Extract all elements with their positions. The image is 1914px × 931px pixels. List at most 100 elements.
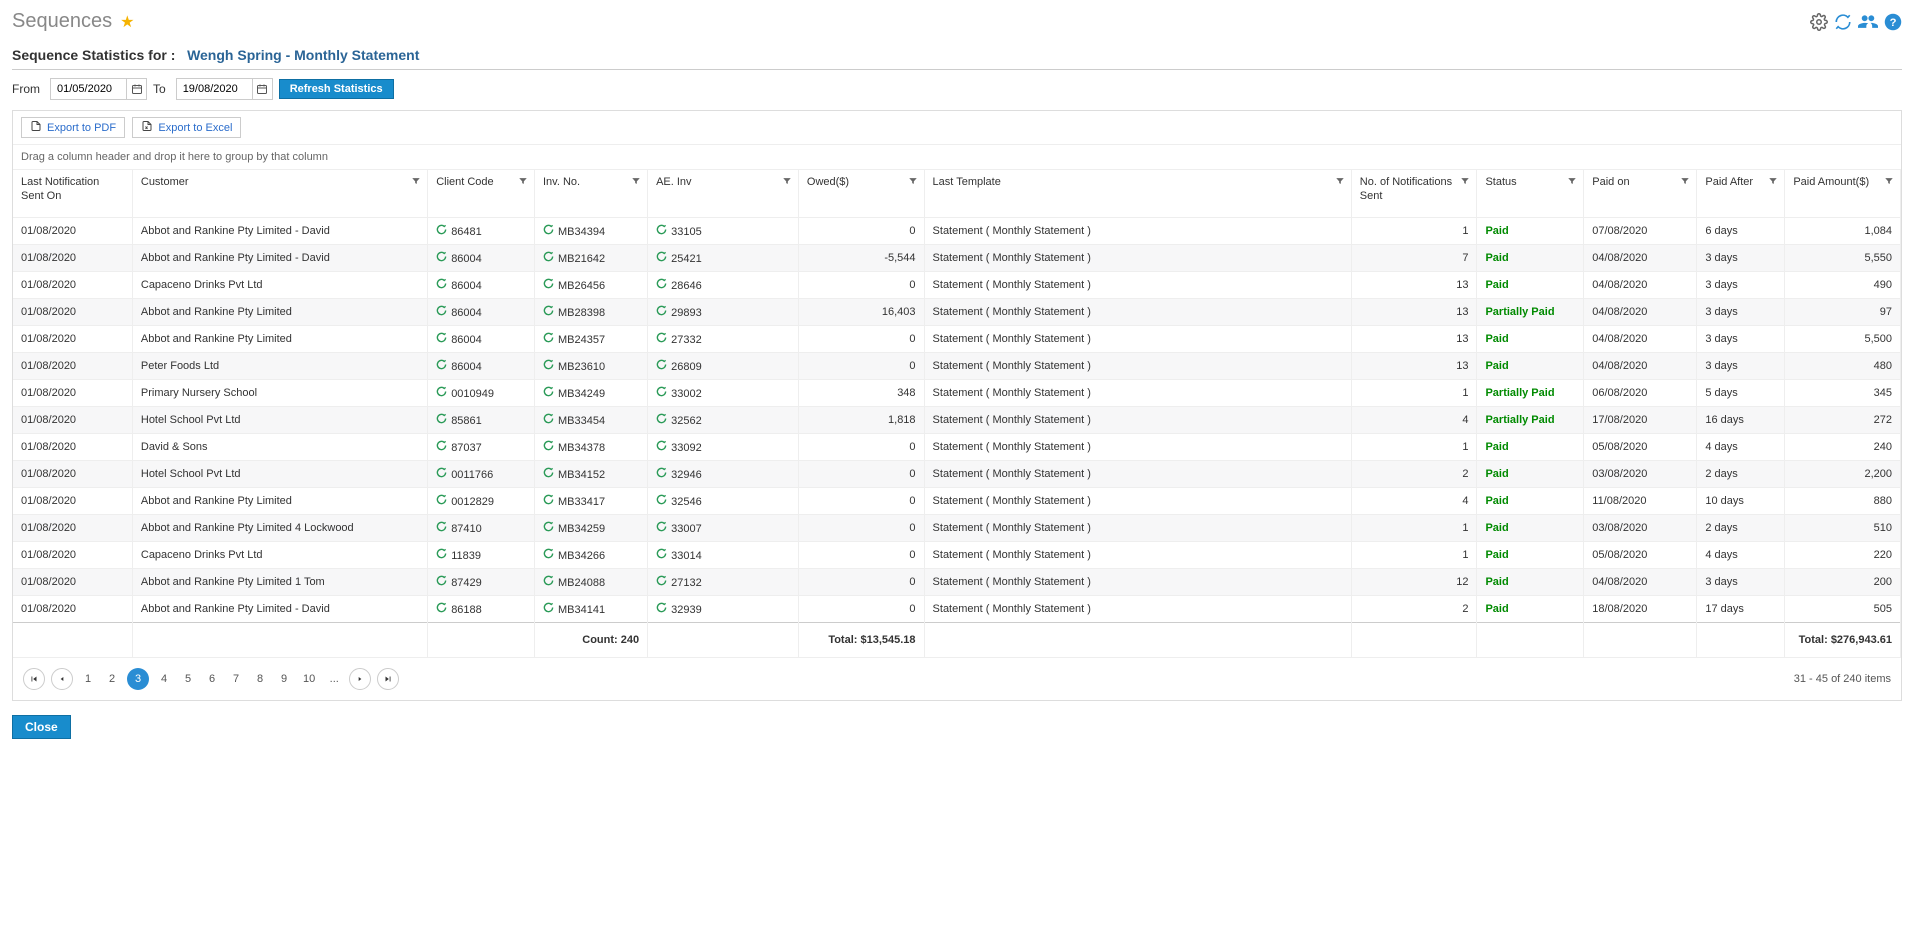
table-row[interactable]: 01/08/2020Abbot and Rankine Pty Limited8… — [13, 326, 1901, 353]
history-icon[interactable] — [436, 253, 447, 265]
table-row[interactable]: 01/08/2020Capaceno Drinks Pvt Ltd11839MB… — [13, 542, 1901, 569]
history-icon[interactable] — [543, 226, 554, 238]
column-header[interactable]: Last Notification Sent On — [13, 170, 132, 218]
history-icon[interactable] — [543, 388, 554, 400]
table-row[interactable]: 01/08/2020Primary Nursery School0010949M… — [13, 380, 1901, 407]
filter-icon[interactable] — [782, 176, 792, 191]
history-icon[interactable] — [436, 442, 447, 454]
group-drop-area[interactable]: Drag a column header and drop it here to… — [13, 144, 1901, 169]
history-icon[interactable] — [436, 550, 447, 562]
pager-page[interactable]: 8 — [251, 668, 269, 690]
history-icon[interactable] — [656, 523, 667, 535]
history-icon[interactable] — [656, 280, 667, 292]
table-row[interactable]: 01/08/2020Abbot and Rankine Pty Limited … — [13, 569, 1901, 596]
history-icon[interactable] — [543, 550, 554, 562]
history-icon[interactable] — [436, 496, 447, 508]
column-header[interactable]: Status — [1477, 170, 1584, 218]
history-icon[interactable] — [656, 361, 667, 373]
history-icon[interactable] — [543, 334, 554, 346]
history-icon[interactable] — [543, 307, 554, 319]
table-row[interactable]: 01/08/2020Abbot and Rankine Pty Limited8… — [13, 299, 1901, 326]
column-header[interactable]: Customer — [132, 170, 427, 218]
table-row[interactable]: 01/08/2020Hotel School Pvt Ltd0011766MB3… — [13, 461, 1901, 488]
history-icon[interactable] — [656, 226, 667, 238]
history-icon[interactable] — [656, 604, 667, 616]
column-header[interactable]: No. of Notifications Sent — [1351, 170, 1477, 218]
pager-more[interactable]: ... — [325, 668, 343, 690]
calendar-icon[interactable] — [252, 79, 272, 99]
history-icon[interactable] — [656, 469, 667, 481]
help-icon[interactable]: ? — [1884, 13, 1902, 31]
column-header[interactable]: Last Template — [924, 170, 1351, 218]
history-icon[interactable] — [543, 253, 554, 265]
history-icon[interactable] — [543, 280, 554, 292]
history-icon[interactable] — [543, 496, 554, 508]
gear-icon[interactable] — [1810, 13, 1828, 31]
table-row[interactable]: 01/08/2020David & Sons87037MB34378330920… — [13, 434, 1901, 461]
column-header[interactable]: Inv. No. — [535, 170, 648, 218]
history-icon[interactable] — [543, 442, 554, 454]
history-icon[interactable] — [656, 577, 667, 589]
filter-icon[interactable] — [1680, 176, 1690, 191]
history-icon[interactable] — [656, 334, 667, 346]
filter-icon[interactable] — [908, 176, 918, 191]
filter-icon[interactable] — [1335, 176, 1345, 191]
history-icon[interactable] — [656, 307, 667, 319]
pager-page[interactable]: 6 — [203, 668, 221, 690]
history-icon[interactable] — [436, 469, 447, 481]
filter-icon[interactable] — [518, 176, 528, 191]
export-excel-button[interactable]: Export to Excel — [132, 117, 241, 138]
pager-page[interactable]: 5 — [179, 668, 197, 690]
history-icon[interactable] — [436, 280, 447, 292]
pager-page[interactable]: 9 — [275, 668, 293, 690]
filter-icon[interactable] — [1567, 176, 1577, 191]
history-icon[interactable] — [656, 388, 667, 400]
filter-icon[interactable] — [1884, 176, 1894, 191]
users-icon[interactable] — [1858, 12, 1878, 32]
table-row[interactable]: 01/08/2020Abbot and Rankine Pty Limited … — [13, 596, 1901, 623]
pager-first[interactable] — [23, 668, 45, 690]
pager-prev[interactable] — [51, 668, 73, 690]
column-header[interactable]: AE. Inv — [648, 170, 799, 218]
column-header[interactable]: Paid Amount($) — [1785, 170, 1901, 218]
column-header[interactable]: Client Code — [428, 170, 535, 218]
calendar-icon[interactable] — [126, 79, 146, 99]
history-icon[interactable] — [436, 226, 447, 238]
to-date-input[interactable] — [177, 79, 252, 99]
table-row[interactable]: 01/08/2020Abbot and Rankine Pty Limited … — [13, 515, 1901, 542]
sync-icon[interactable] — [1834, 13, 1852, 31]
pager-page[interactable]: 1 — [79, 668, 97, 690]
history-icon[interactable] — [436, 415, 447, 427]
history-icon[interactable] — [543, 577, 554, 589]
history-icon[interactable] — [543, 469, 554, 481]
table-row[interactable]: 01/08/2020Peter Foods Ltd86004MB23610268… — [13, 353, 1901, 380]
history-icon[interactable] — [656, 442, 667, 454]
column-header[interactable]: Paid on — [1584, 170, 1697, 218]
history-icon[interactable] — [543, 415, 554, 427]
column-header[interactable]: Paid After — [1697, 170, 1785, 218]
pager-page[interactable]: 4 — [155, 668, 173, 690]
pager-page[interactable]: 3 — [127, 668, 149, 690]
table-row[interactable]: 01/08/2020Hotel School Pvt Ltd85861MB334… — [13, 407, 1901, 434]
filter-icon[interactable] — [1768, 176, 1778, 191]
table-row[interactable]: 01/08/2020Abbot and Rankine Pty Limited … — [13, 245, 1901, 272]
table-row[interactable]: 01/08/2020Abbot and Rankine Pty Limited … — [13, 218, 1901, 245]
history-icon[interactable] — [436, 361, 447, 373]
table-row[interactable]: 01/08/2020Capaceno Drinks Pvt Ltd86004MB… — [13, 272, 1901, 299]
history-icon[interactable] — [656, 253, 667, 265]
export-pdf-button[interactable]: Export to PDF — [21, 117, 125, 138]
history-icon[interactable] — [436, 577, 447, 589]
history-icon[interactable] — [543, 604, 554, 616]
history-icon[interactable] — [656, 415, 667, 427]
history-icon[interactable] — [436, 307, 447, 319]
table-row[interactable]: 01/08/2020Abbot and Rankine Pty Limited0… — [13, 488, 1901, 515]
history-icon[interactable] — [436, 523, 447, 535]
pager-next[interactable] — [349, 668, 371, 690]
star-icon[interactable]: ★ — [120, 12, 134, 32]
history-icon[interactable] — [436, 388, 447, 400]
from-date-input[interactable] — [51, 79, 126, 99]
close-button[interactable]: Close — [12, 715, 71, 739]
refresh-statistics-button[interactable]: Refresh Statistics — [279, 79, 394, 99]
pager-page[interactable]: 2 — [103, 668, 121, 690]
history-icon[interactable] — [656, 550, 667, 562]
